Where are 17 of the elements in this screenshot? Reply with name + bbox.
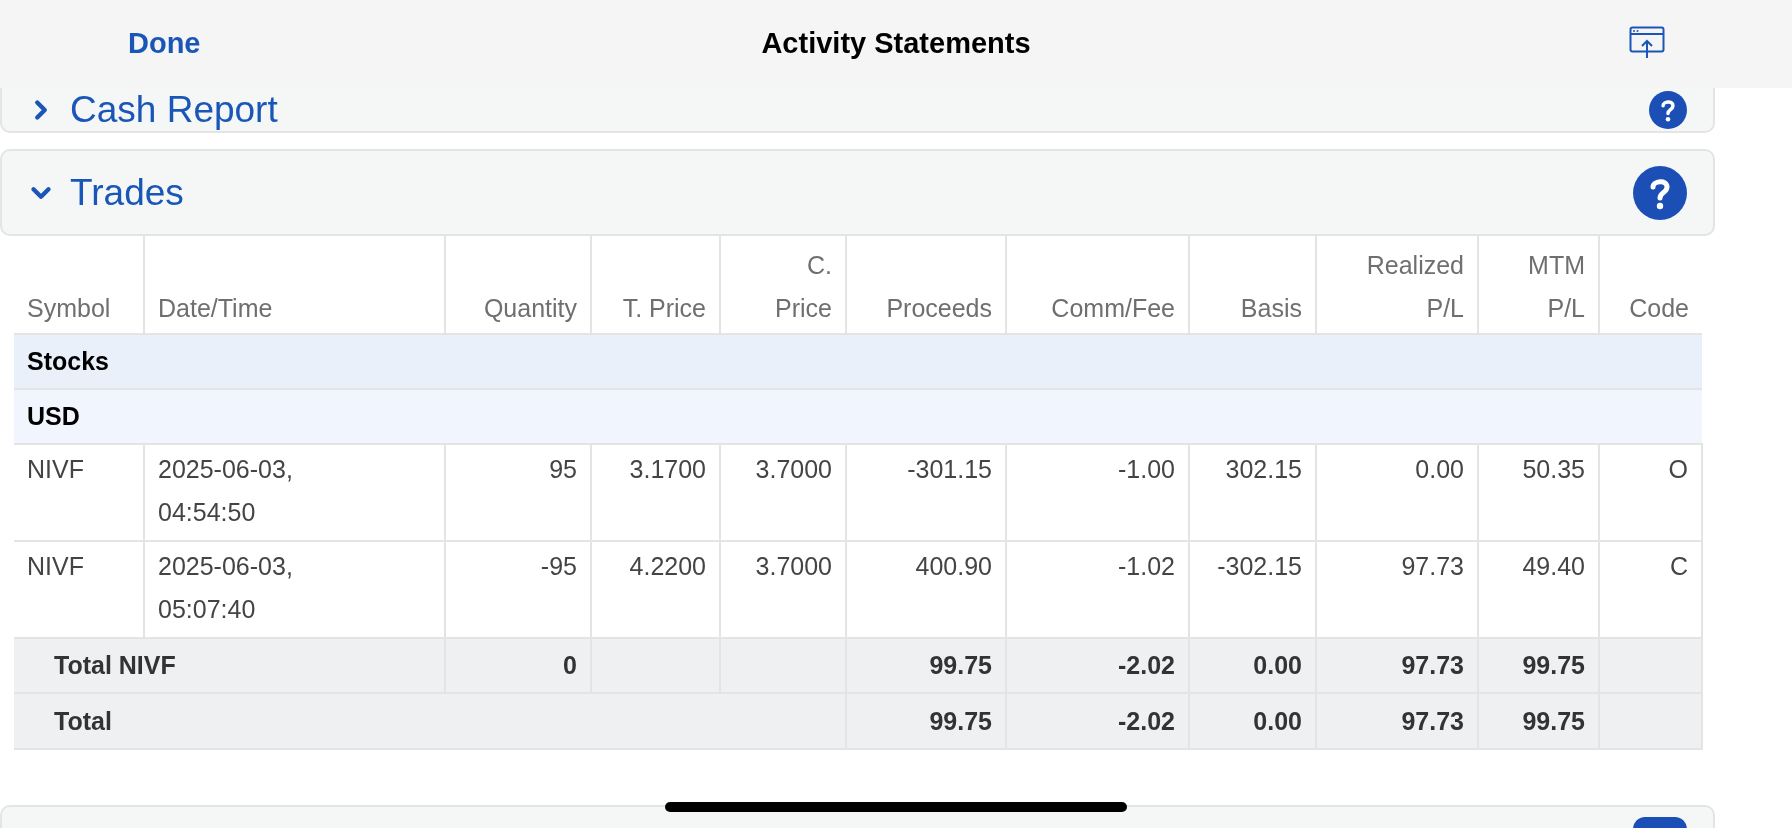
done-button[interactable]: Done [128,22,201,66]
share-icon[interactable] [1629,26,1665,60]
table-cell: -2.02 [1006,693,1189,749]
help-icon[interactable] [1633,165,1687,220]
section-header[interactable]: Trades [0,149,1715,236]
help-icon[interactable] [1633,817,1687,828]
section-title: Trades [70,171,185,214]
section-title: Cash Report [70,88,279,131]
section-header[interactable]: Cash Report [0,88,1715,133]
table-cell: 99.75 [846,693,1006,749]
section-header[interactable] [0,805,1715,828]
table-cell: 97.73 [1316,693,1478,749]
table-cell: 99.75 [1478,693,1599,749]
total-label: Total [14,693,846,749]
help-icon[interactable] [1649,90,1687,129]
table-cell: 0.00 [1189,693,1316,749]
window-title: Activity Statements [761,26,1031,62]
